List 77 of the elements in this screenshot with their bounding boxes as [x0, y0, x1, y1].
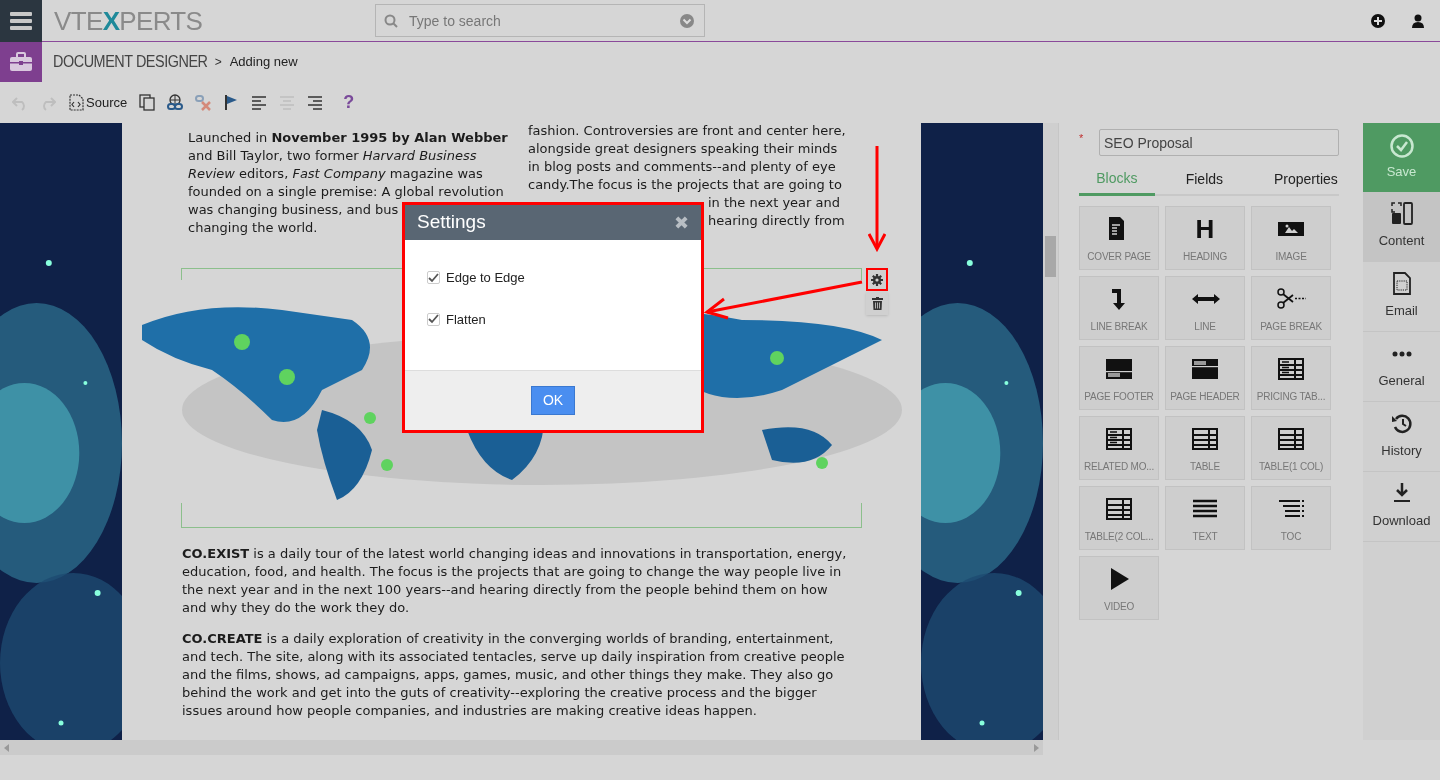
scrollbar-thumb[interactable]: [1045, 236, 1056, 277]
block-tile[interactable]: H HEADING: [1165, 206, 1245, 270]
block-tile[interactable]: RELATED MO...: [1079, 416, 1159, 480]
tab[interactable]: Properties: [1269, 163, 1339, 196]
table-icon: [1104, 496, 1134, 522]
more-icon: [1391, 351, 1412, 358]
block-tile[interactable]: TABLE: [1165, 416, 1245, 480]
copy-icon: [139, 94, 156, 111]
undo-icon: [12, 94, 28, 111]
block-tile[interactable]: COVER PAGE: [1079, 206, 1159, 270]
menu-button[interactable]: [0, 0, 42, 42]
name-field[interactable]: SEO Proposal: [1099, 129, 1339, 156]
user-icon[interactable]: [1412, 13, 1424, 28]
redo-icon: [40, 94, 56, 111]
settings-icon: [871, 273, 883, 286]
nav-item[interactable]: Content: [1363, 192, 1440, 262]
block-tile[interactable]: PAGE BREAK: [1251, 276, 1331, 340]
list-table-icon: [1276, 356, 1306, 382]
paragraph: CO.CREATE is a daily exploration of creativity in the converging worlds of branding, entertainment, and tech. The site, along with its associated tentacles, serve up daily inspiration from creative people and the films, shows, ad campaigns, apps, games, music, and other things they make. They also go behind the work and get into the guts of creativity--exploring the creative process and the bigger issues around how people companies, and industries are making creative ideas happen.: [182, 630, 846, 720]
check-circle-icon: [1389, 133, 1414, 158]
delete-button[interactable]: [866, 292, 888, 315]
module-button[interactable]: [0, 42, 42, 82]
help-button[interactable]: ?: [343, 89, 355, 116]
ok-button[interactable]: OK: [531, 386, 575, 415]
document-icon: [1390, 272, 1413, 297]
checkbox[interactable]: [427, 312, 440, 326]
heading-icon: H: [1195, 216, 1215, 242]
trash-icon: [871, 297, 883, 310]
block-tile[interactable]: TOC: [1251, 486, 1331, 550]
settings-button[interactable]: [866, 268, 888, 291]
block-tile[interactable]: TABLE(1 COL): [1251, 416, 1331, 480]
block-tile[interactable]: TABLE(2 COL...: [1079, 486, 1159, 550]
table-icon: [1190, 426, 1220, 452]
align-right-icon: [307, 94, 324, 111]
down-arrow-icon: [1112, 288, 1126, 310]
tab[interactable]: Blocks: [1079, 163, 1155, 196]
block-tile[interactable]: PRICING TAB...: [1251, 346, 1331, 410]
close-button[interactable]: ✖: [674, 213, 689, 232]
logo: VTEXPERTS: [54, 7, 204, 34]
link-icon: [167, 94, 184, 111]
tab[interactable]: Fields: [1154, 163, 1254, 196]
paragraph: CO.EXIST is a daily tour of the latest world changing ideas and innovations in transportation, energy, education, food, and health. The focus is the projects that are going to change the way people live in the next year and in the next 100 years--and hearing directly from the people behind them on how and why they do the work they do.: [182, 545, 848, 617]
list-table-icon: [1104, 426, 1134, 452]
page-header-icon: [1190, 356, 1220, 382]
text-line: in the next year and: [708, 194, 840, 212]
align-left-icon: [251, 94, 268, 111]
scissors-icon: [1276, 286, 1306, 312]
block-tile[interactable]: PAGE HEADER: [1165, 346, 1245, 410]
page-footer-icon: [1104, 356, 1134, 382]
block-tile[interactable]: TEXT: [1165, 486, 1245, 550]
dropdown-icon[interactable]: [680, 14, 694, 28]
save-button[interactable]: Save: [1363, 123, 1440, 192]
search-field[interactable]: Type to search: [375, 4, 705, 37]
search-icon: [384, 14, 398, 28]
required-mark: *: [1079, 133, 1085, 144]
checkbox-option[interactable]: Edge to Edge: [427, 268, 701, 288]
checkbox-option[interactable]: Flatten: [427, 309, 701, 329]
source-button[interactable]: Source: [68, 90, 128, 115]
block-tile[interactable]: PAGE FOOTER: [1079, 346, 1159, 410]
briefcase-icon: [9, 52, 33, 72]
checkbox[interactable]: [427, 271, 440, 285]
text-line: hearing directly from: [708, 212, 845, 230]
unlink-icon: [195, 94, 212, 111]
breadcrumb-separator: >: [214, 54, 222, 71]
block-tile[interactable]: LINE: [1165, 276, 1245, 340]
dialog-title: Settings: [417, 210, 486, 235]
table-icon: [1276, 426, 1306, 452]
layout-icon: [1390, 202, 1413, 227]
menu-icon: [10, 11, 32, 30]
block-tile[interactable]: IMAGE: [1251, 206, 1331, 270]
text-column: was changing business, and bus changing the world.: [188, 201, 399, 237]
block-tile[interactable]: LINE BREAK: [1079, 276, 1159, 340]
block-tile[interactable]: VIDEO: [1079, 556, 1159, 620]
page-subtitle: Adding new: [229, 53, 298, 72]
add-icon[interactable]: [1371, 13, 1385, 28]
module-title[interactable]: DOCUMENT DESIGNER: [53, 50, 208, 74]
source-icon: [68, 94, 84, 111]
